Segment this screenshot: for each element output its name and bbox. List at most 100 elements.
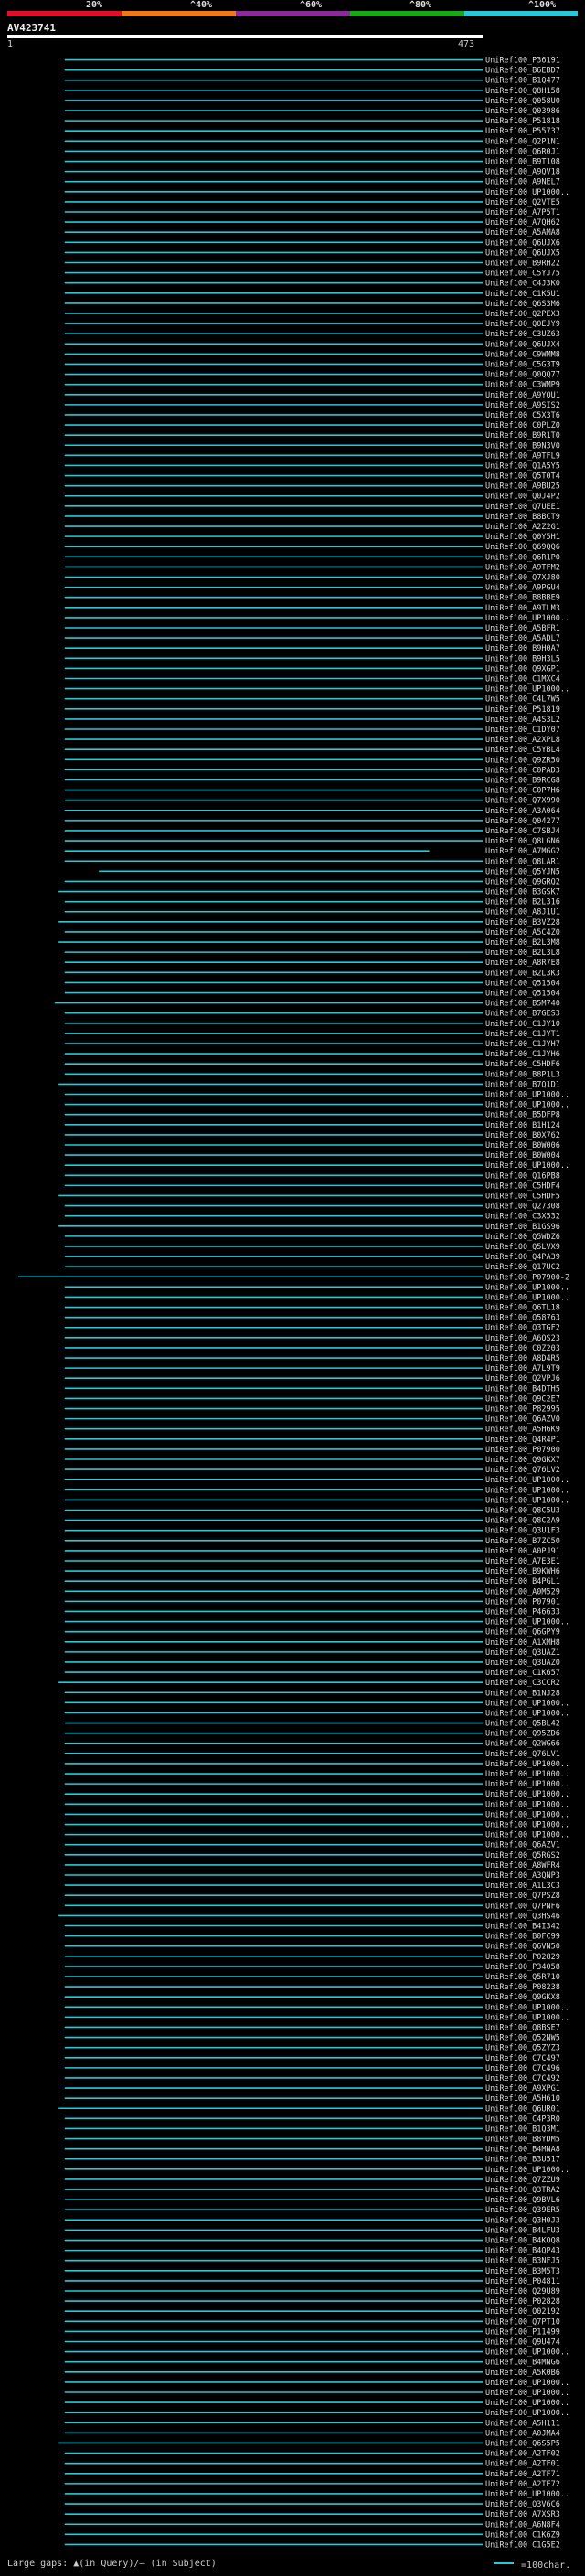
hit-label[interactable]: UniRef100_Q9C2E7 — [485, 1394, 560, 1404]
hit-label[interactable]: UniRef100_Q7PSZ8 — [485, 1892, 560, 1901]
hit-label[interactable]: UniRef100_A9SIS2 — [485, 401, 560, 410]
hit-label[interactable]: UniRef100_B4I342 — [485, 1923, 560, 1932]
hit-label[interactable]: UniRef100_C5HDF5 — [485, 1192, 560, 1201]
hit-label[interactable]: UniRef100_C1JYT1 — [485, 1030, 560, 1039]
hit-label[interactable]: UniRef100_B4DTH5 — [485, 1384, 560, 1394]
hit-label[interactable]: UniRef100_A1XMH8 — [485, 1638, 560, 1648]
hit-label[interactable]: UniRef100_A9PGU4 — [485, 584, 560, 593]
hit-label[interactable]: UniRef100_B9RH22 — [485, 260, 560, 269]
hit-label[interactable]: UniRef100_C1JYH7 — [485, 1040, 560, 1049]
hit-label[interactable]: UniRef100_C3UZ63 — [485, 330, 560, 339]
hit-label[interactable]: UniRef100_C1K657 — [485, 1669, 560, 1678]
hit-label[interactable]: UniRef100_B2L3M8 — [485, 938, 560, 948]
hit-label[interactable]: UniRef100_P46633 — [485, 1607, 560, 1617]
hit-label[interactable]: UniRef100_C0PAD3 — [485, 766, 560, 775]
hit-label[interactable]: UniRef100_P51819 — [485, 705, 560, 715]
hit-label[interactable]: UniRef100_Q8LAR1 — [485, 857, 560, 866]
hit-label[interactable]: UniRef100_P07900-2 — [485, 1273, 569, 1282]
hit-label[interactable]: UniRef100_UP1000.. — [485, 2003, 569, 2012]
hit-label[interactable]: UniRef100_Q6AZV0 — [485, 1415, 560, 1425]
hit-label[interactable]: UniRef100_B2L316 — [485, 898, 560, 907]
hit-label[interactable]: UniRef100_B6EBD7 — [485, 67, 560, 76]
hit-label[interactable]: UniRef100_C1K6Z9 — [485, 2530, 560, 2539]
hit-label[interactable]: UniRef100_B8BCT9 — [485, 513, 560, 522]
hit-label[interactable]: UniRef100_C0P7H6 — [485, 787, 560, 796]
hit-label[interactable]: UniRef100_Q8LGN6 — [485, 837, 560, 846]
hit-label[interactable]: UniRef100_Q7X990 — [485, 797, 560, 806]
hit-label[interactable]: UniRef100_Q5YJN5 — [485, 867, 560, 876]
hit-label[interactable]: UniRef100_UP1000.. — [485, 1770, 569, 1779]
hit-label[interactable]: UniRef100_UP1000.. — [485, 1790, 569, 1799]
hit-label[interactable]: UniRef100_Q0Y5H1 — [485, 533, 560, 542]
hit-label[interactable]: UniRef100_C5YJ75 — [485, 270, 560, 279]
hit-label[interactable]: UniRef100_Q5R710 — [485, 1973, 560, 1982]
hit-label[interactable]: UniRef100_B8P1L3 — [485, 1070, 560, 1079]
hit-label[interactable]: UniRef100_Q3TGF2 — [485, 1324, 560, 1333]
hit-label[interactable]: UniRef100_A7QH62 — [485, 218, 560, 228]
hit-label[interactable]: UniRef100_Q9U474 — [485, 2338, 560, 2348]
hit-label[interactable]: UniRef100_UP1000.. — [485, 685, 569, 694]
hit-label[interactable]: UniRef100_Q058U0 — [485, 97, 560, 106]
hit-label[interactable]: UniRef100_C1DY07 — [485, 726, 560, 735]
hit-label[interactable]: UniRef100_A5H111 — [485, 2419, 560, 2428]
hit-label[interactable]: UniRef100_C3CCR2 — [485, 1679, 560, 1688]
hit-label[interactable]: UniRef100_B3M5T3 — [485, 2267, 560, 2276]
hit-label[interactable]: UniRef100_Q3H0J3 — [485, 2216, 560, 2225]
hit-label[interactable]: UniRef100_A5AMA8 — [485, 228, 560, 238]
hit-label[interactable]: UniRef100_Q52NW5 — [485, 2034, 560, 2043]
hit-label[interactable]: UniRef100_Q9GKX7 — [485, 1456, 560, 1465]
hit-label[interactable]: UniRef100_Q4PA39 — [485, 1253, 560, 1262]
hit-label[interactable]: UniRef100_A0PJ91 — [485, 1547, 560, 1556]
hit-label[interactable]: UniRef100_Q5RGS2 — [485, 1851, 560, 1860]
hit-label[interactable]: UniRef100_Q51504 — [485, 990, 560, 999]
hit-label[interactable]: UniRef100_C1JY10 — [485, 1020, 560, 1029]
hit-label[interactable]: UniRef100_Q95ZD6 — [485, 1730, 560, 1739]
hit-label[interactable]: UniRef100_Q5LVX9 — [485, 1243, 560, 1252]
hit-label[interactable]: UniRef100_A6N8F4 — [485, 2520, 560, 2529]
hit-label[interactable]: UniRef100_Q04277 — [485, 817, 560, 826]
hit-label[interactable]: UniRef100_A7L9T9 — [485, 1364, 560, 1373]
hit-label[interactable]: UniRef100_Q0QQ77 — [485, 371, 560, 380]
hit-label[interactable]: UniRef100_A5ADL7 — [485, 634, 560, 643]
hit-label[interactable]: UniRef100_A9TFM2 — [485, 563, 560, 572]
hit-label[interactable]: UniRef100_B1NJ28 — [485, 1689, 560, 1698]
hit-label[interactable]: UniRef100_Q6R0J1 — [485, 147, 560, 156]
hit-label[interactable]: UniRef100_UP1000.. — [485, 2399, 569, 2408]
hit-label[interactable]: UniRef100_UP1000.. — [485, 1780, 569, 1789]
hit-label[interactable]: UniRef100_B4MNA8 — [485, 2146, 560, 2155]
hit-label[interactable]: UniRef100_B7Q1D1 — [485, 1080, 560, 1089]
hit-label[interactable]: UniRef100_B2L3L8 — [485, 949, 560, 958]
hit-label[interactable]: UniRef100_A7XSR3 — [485, 2510, 560, 2519]
hit-label[interactable]: UniRef100_C1G5E2 — [485, 2540, 560, 2549]
hit-label[interactable]: UniRef100_UP1000.. — [485, 1810, 569, 1819]
hit-label[interactable]: UniRef100_Q7ZZU9 — [485, 2176, 560, 2185]
hit-label[interactable]: UniRef100_Q7XJ80 — [485, 574, 560, 583]
hit-label[interactable]: UniRef100_A8R7E8 — [485, 959, 560, 968]
hit-label[interactable]: UniRef100_B9H3L5 — [485, 654, 560, 663]
hit-label[interactable]: UniRef100_B5M740 — [485, 1000, 560, 1009]
hit-label[interactable]: UniRef100_B9R1T0 — [485, 431, 560, 440]
hit-label[interactable]: UniRef100_C7C492 — [485, 2074, 560, 2083]
hit-label[interactable]: UniRef100_B4MNG6 — [485, 2359, 560, 2368]
hit-label[interactable]: UniRef100_C5YBL4 — [485, 746, 560, 755]
hit-label[interactable]: UniRef100_UP1000.. — [485, 1101, 569, 1110]
hit-label[interactable]: UniRef100_Q3UAZ1 — [485, 1648, 560, 1658]
hit-label[interactable]: UniRef100_B2L3K3 — [485, 969, 560, 978]
hit-label[interactable]: UniRef100_UP1000.. — [485, 1709, 569, 1718]
hit-label[interactable]: UniRef100_UP1000.. — [485, 1821, 569, 1830]
hit-label[interactable]: UniRef100_UP1000.. — [485, 1699, 569, 1708]
hit-label[interactable]: UniRef100_C7SBJ4 — [485, 827, 560, 836]
hit-label[interactable]: UniRef100_C9WMM8 — [485, 350, 560, 359]
hit-label[interactable]: UniRef100_Q2P1N1 — [485, 137, 560, 146]
hit-label[interactable]: UniRef100_A9TFL9 — [485, 451, 560, 461]
hit-label[interactable]: UniRef100_Q6S3M6 — [485, 300, 560, 309]
hit-label[interactable]: UniRef100_P82995 — [485, 1405, 560, 1415]
hit-label[interactable]: UniRef100_Q9GKX8 — [485, 1993, 560, 2002]
hit-label[interactable]: UniRef100_A2TF71 — [485, 2470, 560, 2479]
hit-label[interactable]: UniRef100_B1Q3M1 — [485, 2125, 560, 2134]
hit-label[interactable]: UniRef100_P02829 — [485, 1953, 560, 1962]
hit-label[interactable]: UniRef100_UP1000.. — [485, 1760, 569, 1769]
hit-label[interactable]: UniRef100_B9N3V0 — [485, 441, 560, 451]
hit-label[interactable]: UniRef100_Q6UJX4 — [485, 340, 560, 349]
hit-label[interactable]: UniRef100_Q6AZV1 — [485, 1841, 560, 1850]
